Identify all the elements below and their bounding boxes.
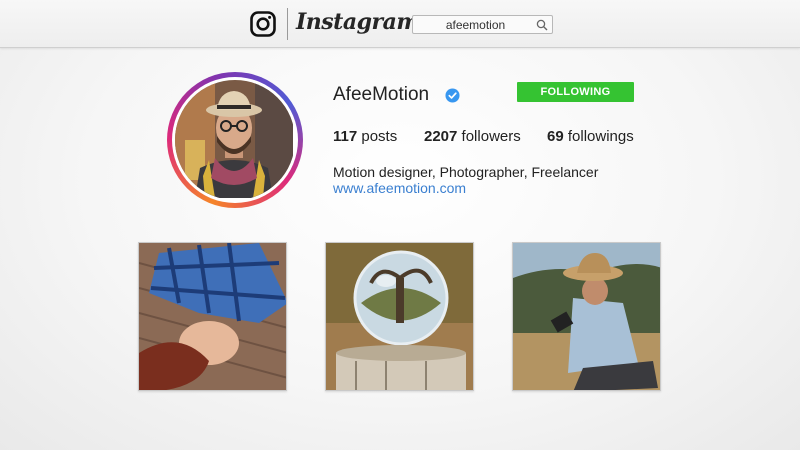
profile-username: AfeeMotion: [333, 84, 430, 105]
profile-avatar[interactable]: [167, 72, 303, 208]
followers-count: 2207: [424, 128, 458, 145]
following-button[interactable]: FOLLOWING: [517, 82, 634, 102]
instagram-logo-icon[interactable]: [250, 11, 276, 37]
avatar-photo: [175, 80, 293, 198]
posts-label: posts: [361, 128, 398, 145]
top-bar: Instagram afeemotion: [0, 0, 800, 48]
verified-badge-icon: [445, 88, 460, 103]
logo-divider: [287, 8, 288, 40]
search-icon[interactable]: [536, 19, 548, 31]
profile-bio: Motion designer, Photographer, Freelance…: [333, 164, 599, 180]
post-thumbnail[interactable]: [512, 242, 661, 391]
posts-stat[interactable]: 117 posts: [333, 128, 397, 145]
followers-label: followers: [461, 128, 521, 145]
post-thumbnail[interactable]: [138, 242, 287, 391]
logo-wordmark[interactable]: Instagram: [296, 9, 420, 35]
profile-website-link[interactable]: www.afeemotion.com: [333, 180, 466, 196]
posts-count: 117: [333, 128, 358, 145]
post-thumbnail[interactable]: [325, 242, 474, 391]
post-photo-woman-lying: [139, 243, 286, 390]
followings-stat[interactable]: 69 followings: [547, 128, 634, 145]
followings-count: 69: [547, 128, 564, 145]
search-input[interactable]: afeemotion: [412, 15, 553, 34]
followers-stat[interactable]: 2207 followers: [424, 128, 521, 145]
post-photo-man-in-hat: [513, 243, 660, 390]
search-value: afeemotion: [445, 18, 506, 32]
post-photo-crystal-ball: [326, 243, 473, 390]
followings-label: followings: [567, 128, 634, 145]
